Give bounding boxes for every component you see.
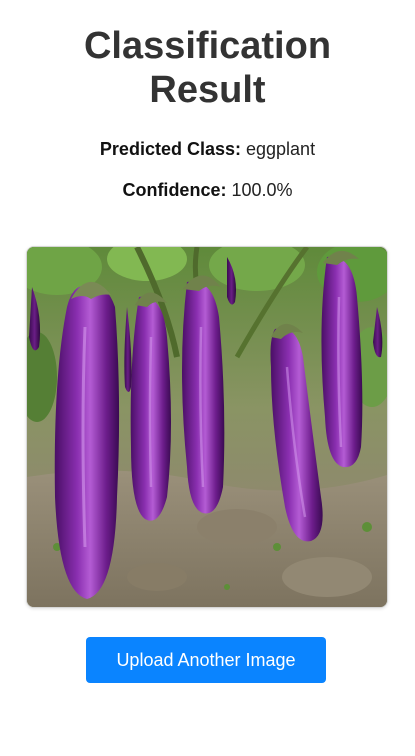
classification-result-page: Classification Result Predicted Class: e… xyxy=(0,0,415,756)
page-title: Classification Result xyxy=(0,24,415,112)
eggplant-photo xyxy=(27,247,387,607)
predicted-class-row: Predicted Class: eggplant xyxy=(0,139,415,160)
confidence-label: Confidence: xyxy=(122,180,227,200)
uploaded-image xyxy=(26,246,388,608)
page-title-line1: Classification xyxy=(83,25,332,67)
confidence-row: Confidence: 100.0% xyxy=(0,180,415,201)
predicted-class-value: eggplant xyxy=(246,139,316,159)
upload-another-image-button[interactable]: Upload Another Image xyxy=(86,637,326,683)
predicted-class-label: Predicted Class: xyxy=(99,139,241,159)
confidence-value: 100.0% xyxy=(231,180,293,200)
page-title-line2: Result xyxy=(149,69,266,111)
